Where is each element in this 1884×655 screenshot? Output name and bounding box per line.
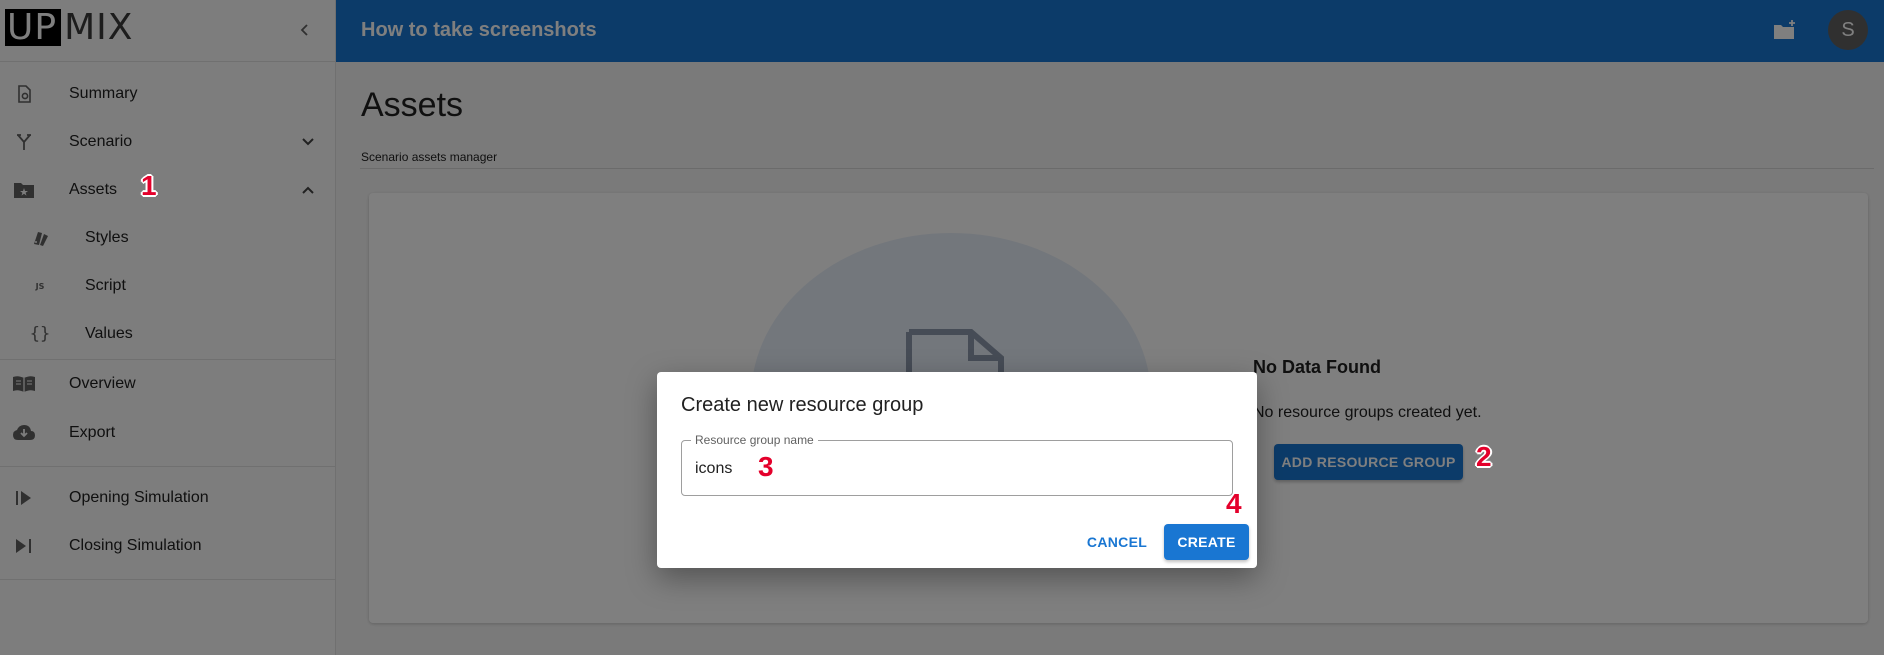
step-marker-4: 4: [1226, 488, 1242, 519]
create-resource-group-dialog: Create new resource group Resource group…: [657, 372, 1257, 568]
field-label: Resource group name: [691, 433, 818, 447]
cancel-button[interactable]: CANCEL: [1081, 524, 1153, 560]
step-marker-1: 1: [141, 170, 157, 201]
dialog-title: Create new resource group: [681, 394, 924, 416]
step-marker-2: 2: [1476, 441, 1492, 472]
step-marker-3: 3: [758, 451, 774, 482]
create-button[interactable]: CREATE: [1164, 524, 1249, 560]
